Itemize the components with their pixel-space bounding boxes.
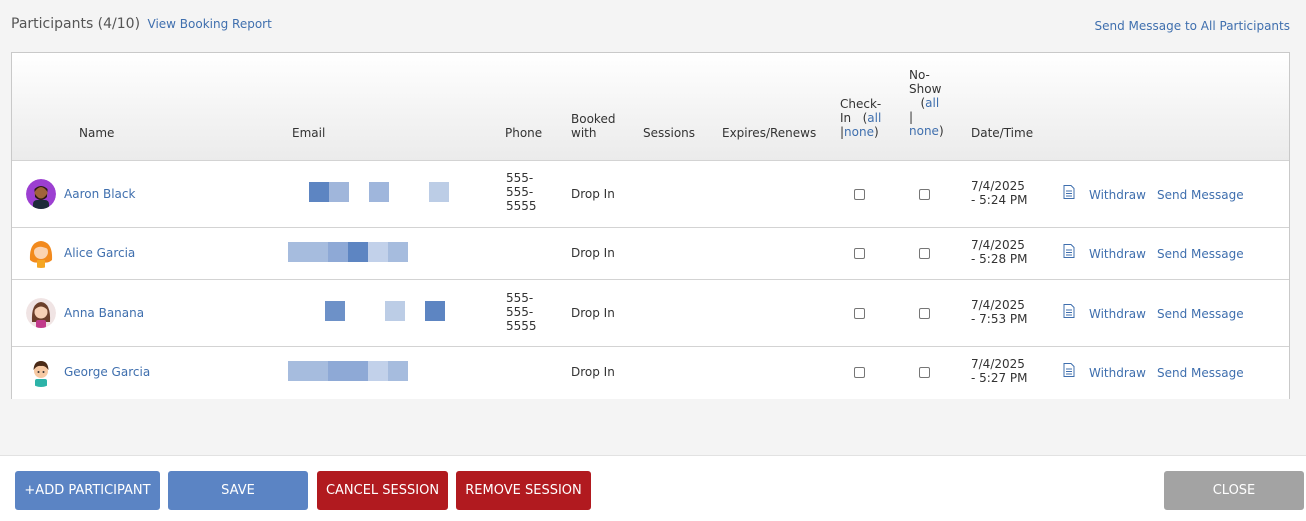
booked-with-value: Drop In: [571, 246, 615, 260]
booked-with-value: Drop In: [571, 365, 615, 379]
withdraw-link[interactable]: Withdraw: [1089, 188, 1146, 202]
date-time-value: 7/4/2025 - 7:53 PM: [971, 298, 1028, 326]
no-show-checkbox[interactable]: [919, 308, 930, 319]
table-header: Name Email Phone Booked with Sessions Ex…: [12, 53, 1289, 161]
withdraw-link[interactable]: Withdraw: [1089, 247, 1146, 261]
table-row: Anna Banana 555- 555- 5555 Drop In 7/4/2…: [12, 280, 1289, 347]
col-sessions: Sessions: [643, 126, 696, 140]
participant-name-link[interactable]: Alice Garcia: [64, 246, 135, 260]
noshow-none-link[interactable]: none: [909, 124, 939, 138]
participants-header: Participants (4/10) View Booking Report …: [11, 16, 1290, 36]
no-show-checkbox[interactable]: [919, 189, 930, 200]
document-icon[interactable]: [1063, 363, 1075, 377]
document-icon[interactable]: [1063, 185, 1075, 199]
email-redacted: [288, 242, 408, 262]
send-message-link[interactable]: Send Message: [1157, 366, 1244, 380]
table-row: Aaron Black 555- 555- 5555 Drop In 7/4/2…: [12, 161, 1289, 228]
participant-name-link[interactable]: Aaron Black: [64, 187, 135, 201]
participant-name-link[interactable]: George Garcia: [64, 365, 150, 379]
man-avatar-icon: [26, 179, 56, 209]
email-redacted: [288, 361, 408, 381]
date-time-value: 7/4/2025 - 5:24 PM: [971, 179, 1028, 207]
checkin-none-link[interactable]: none: [844, 125, 874, 139]
noshow-all-link[interactable]: all: [925, 96, 939, 110]
booked-with-value: Drop In: [571, 306, 615, 320]
table-row: Alice Garcia Drop In 7/4/2025 - 5:28 PM …: [12, 228, 1289, 280]
no-show-checkbox[interactable]: [919, 248, 930, 259]
col-name: Name: [79, 126, 115, 140]
no-show-checkbox[interactable]: [919, 367, 930, 378]
check-in-checkbox[interactable]: [854, 367, 865, 378]
col-booked-with: Booked with: [571, 112, 616, 140]
table-row: George Garcia Drop In 7/4/2025 - 5:27 PM…: [12, 347, 1289, 399]
view-booking-report-link[interactable]: View Booking Report: [148, 17, 272, 31]
phone-value: 555- 555- 5555: [506, 171, 537, 213]
send-message-link[interactable]: Send Message: [1157, 247, 1244, 261]
col-date-time: Date/Time: [971, 126, 1034, 140]
booked-with-value: Drop In: [571, 187, 615, 201]
col-no-show: No- Show (all | none): [909, 68, 944, 138]
col-check-in: Check- In (all |none): [840, 97, 882, 139]
add-participant-button[interactable]: +ADD PARTICIPANT: [15, 471, 160, 510]
withdraw-link[interactable]: Withdraw: [1089, 366, 1146, 380]
cancel-session-button[interactable]: CANCEL SESSION: [317, 471, 448, 510]
date-time-value: 7/4/2025 - 5:28 PM: [971, 238, 1028, 266]
close-button[interactable]: CLOSE: [1164, 471, 1304, 510]
phone-value: 555- 555- 5555: [506, 291, 537, 333]
col-email: Email: [292, 126, 326, 140]
document-icon[interactable]: [1063, 304, 1075, 318]
participants-table: Name Email Phone Booked with Sessions Ex…: [11, 52, 1290, 399]
send-message-all-link[interactable]: Send Message to All Participants: [1095, 19, 1291, 33]
email-redacted: [309, 182, 449, 202]
woman-orange-avatar-icon: [26, 238, 56, 268]
boy-avatar-icon: [26, 357, 56, 387]
col-expires-renews: Expires/Renews: [722, 126, 817, 140]
checkin-all-link[interactable]: all: [867, 111, 881, 125]
woman-brown-avatar-icon: [26, 298, 56, 328]
send-message-link[interactable]: Send Message: [1157, 188, 1244, 202]
check-in-checkbox[interactable]: [854, 308, 865, 319]
email-redacted: [325, 301, 445, 321]
participants-count-label: Participants (4/10): [11, 16, 141, 32]
col-phone: Phone: [505, 126, 543, 140]
check-in-checkbox[interactable]: [854, 189, 865, 200]
action-footer: +ADD PARTICIPANT SAVE CANCEL SESSION REM…: [0, 455, 1306, 521]
save-button[interactable]: SAVE: [168, 471, 308, 510]
participants-heading: Participants (4/10) View Booking Report: [11, 16, 272, 32]
document-icon[interactable]: [1063, 244, 1075, 258]
check-in-checkbox[interactable]: [854, 248, 865, 259]
remove-session-button[interactable]: REMOVE SESSION: [456, 471, 591, 510]
participant-name-link[interactable]: Anna Banana: [64, 306, 144, 320]
send-message-link[interactable]: Send Message: [1157, 307, 1244, 321]
date-time-value: 7/4/2025 - 5:27 PM: [971, 357, 1028, 385]
withdraw-link[interactable]: Withdraw: [1089, 307, 1146, 321]
